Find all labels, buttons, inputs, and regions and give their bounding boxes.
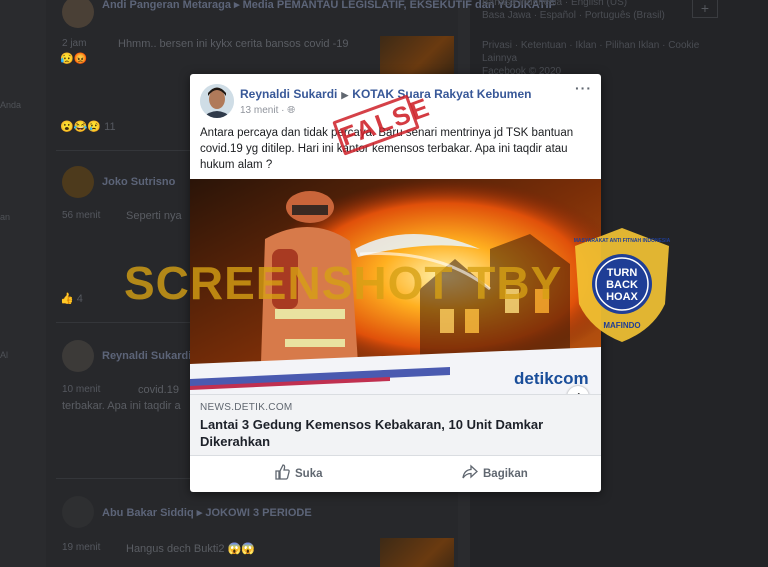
badge-line2: BACK (606, 279, 638, 291)
side-label: Al (0, 350, 9, 360)
author-name[interactable]: Reynaldi Sukardi (240, 87, 337, 101)
avatar[interactable] (62, 496, 94, 528)
turnbackhoax-badge: TURN BACK HOAX MASYARAKAT ANTI FITNAH IN… (573, 226, 671, 344)
arrow-right-icon: ▶ (341, 90, 349, 100)
post-author[interactable]: Reynaldi Sukardi (102, 350, 191, 362)
share-button[interactable]: Bagikan (462, 464, 528, 480)
post-time[interactable]: 19 menit (62, 542, 100, 553)
post-author[interactable]: Abu Bakar Siddiq ▸ JOKOWI 3 PERIODE (102, 506, 312, 519)
badge-line3: HOAX (606, 291, 638, 303)
post-time[interactable]: 56 menit (62, 210, 100, 221)
post-text: Hhmm.. bersen ini kykx cerita bansos cov… (118, 38, 349, 50)
reaction-emojis[interactable]: 😥😡 (60, 52, 87, 65)
fire-thumbnail[interactable] (380, 36, 454, 74)
post-text-line2: terbakar. Apa ini taqdir a (62, 400, 181, 412)
footer-links[interactable]: Privasi · Ketentuan · Iklan · Pilihan Ik… (482, 40, 699, 51)
language-list[interactable]: Bahasa Indonesia · English (US) (482, 0, 627, 8)
link-domain: NEWS.DETIK.COM (200, 402, 293, 413)
badge-line1: TURN (607, 267, 638, 279)
language-list-2[interactable]: Basa Jawa · Español · Português (Brasil) (482, 10, 665, 21)
badge-top-arc: MASYARAKAT ANTI FITNAH INDONESIA (574, 238, 671, 244)
link-title[interactable]: Lantai 3 Gedung Kemensos Kebakaran, 10 U… (200, 416, 580, 450)
reaction-summary[interactable]: 😮😂😢 11 (60, 120, 116, 133)
post-time[interactable]: 13 menit · 🌐︎ (240, 105, 295, 116)
group-name[interactable]: KOTAK Suara Rakyat Kebumen (352, 87, 531, 101)
like-button[interactable]: Suka (274, 464, 323, 480)
post-header: Reynaldi Sukardi ▶ KOTAK Suara Rakyat Kebu… (240, 87, 531, 101)
post-text: Hangus dech Bukti2 😱😱 (126, 543, 255, 555)
screenshot-watermark: SCREENSHOT TBY (124, 257, 563, 309)
like-reaction[interactable]: 👍 4 (60, 292, 83, 305)
post-text: Seperti nya (126, 210, 182, 222)
more-options-icon[interactable]: ··· (575, 80, 592, 96)
add-language-button[interactable]: + (692, 0, 718, 18)
footer-more[interactable]: Lainnya (482, 53, 517, 64)
post-author[interactable]: Joko Sutrisno (102, 176, 175, 188)
link-preview[interactable]: NEWS.DETIK.COM Lantai 3 Gedung Kemensos … (190, 394, 601, 456)
avatar[interactable] (62, 166, 94, 198)
post-time[interactable]: 2 jam (62, 38, 86, 49)
side-label: an (0, 212, 11, 222)
avatar[interactable] (62, 340, 94, 372)
post-text: covid.19 (138, 384, 179, 396)
thumbs-up-icon (275, 464, 290, 480)
side-label: Anda (0, 100, 22, 110)
badge-bottom-arc: MAFINDO (603, 321, 640, 330)
author-avatar[interactable] (200, 84, 234, 118)
post-time[interactable]: 10 menit (62, 384, 100, 395)
post-actions: Suka Bagikan (190, 456, 601, 492)
fire-thumbnail[interactable] (380, 538, 454, 567)
globe-icon: 🌐︎ (287, 105, 296, 116)
share-icon (462, 464, 478, 479)
